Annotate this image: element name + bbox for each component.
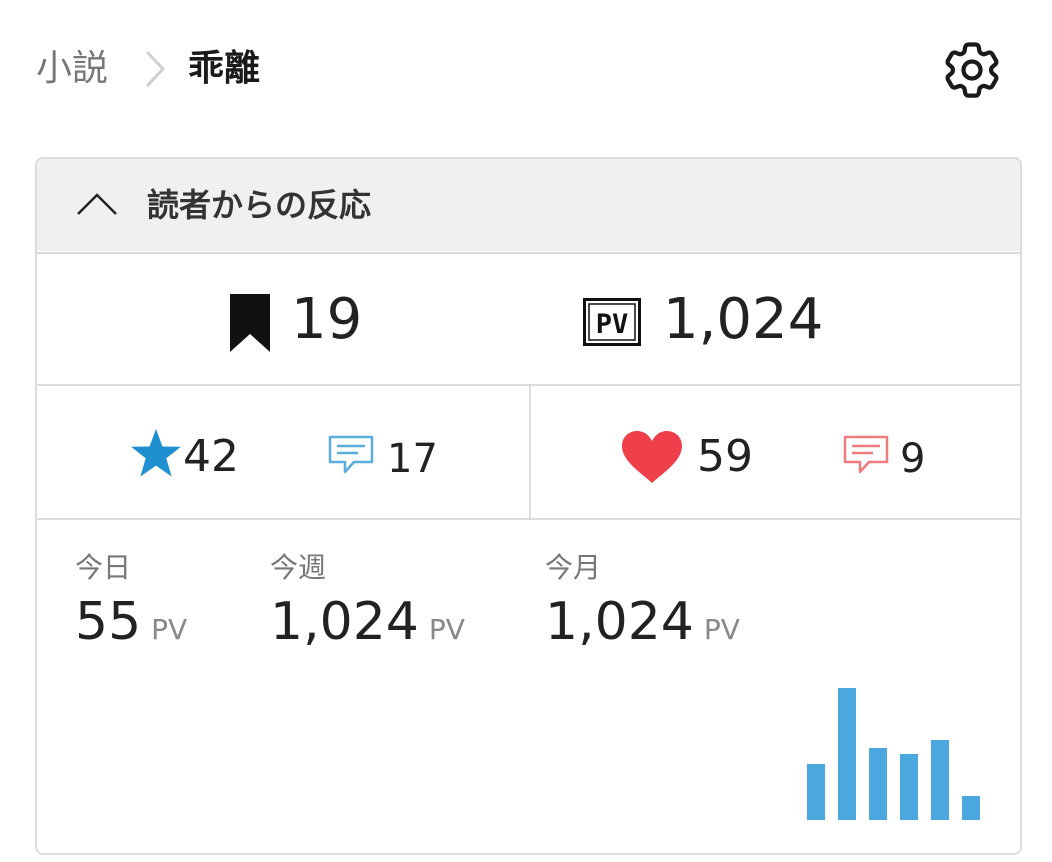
- breadcrumb-parent[interactable]: 小説: [36, 44, 108, 94]
- page-view-stats: 今日 55 PV 今週 1,024 PV 今月 1,024 PV: [37, 518, 1020, 853]
- chart-bar: [900, 754, 918, 820]
- pv-icon: PV: [583, 298, 641, 346]
- reactions-row: 42 17 59 9: [37, 384, 1020, 520]
- stat-value: 1,024: [270, 592, 419, 652]
- page-view-bar-chart: [807, 688, 980, 820]
- chevron-right-icon: [145, 50, 166, 88]
- star-icon[interactable]: [130, 428, 182, 478]
- stat-unit: PV: [703, 613, 740, 646]
- comment-icon[interactable]: [328, 435, 374, 475]
- chart-bar: [807, 764, 825, 820]
- heart-icon[interactable]: [621, 430, 683, 484]
- stat-unit: PV: [428, 613, 465, 646]
- stat-today: 今日 55 PV: [75, 550, 187, 652]
- summary-row: 19 PV 1,024: [37, 252, 1020, 386]
- heart-count: 59: [697, 431, 753, 482]
- page-view-total: 1,024: [663, 287, 824, 352]
- stat-unit: PV: [151, 613, 188, 646]
- chart-bar: [869, 748, 887, 820]
- gear-icon[interactable]: [938, 36, 1006, 104]
- comment-icon[interactable]: [843, 435, 889, 475]
- breadcrumb-current: 乖離: [188, 48, 261, 89]
- panel-title: 読者からの反応: [147, 186, 372, 224]
- stat-month: 今月 1,024 PV: [545, 550, 740, 652]
- reader-reactions-panel: 読者からの反応 19 PV 1,024 42 17 59 9 今日 55 PV …: [35, 157, 1022, 855]
- panel-header[interactable]: 読者からの反応: [37, 159, 1020, 251]
- stat-week: 今週 1,024 PV: [270, 550, 465, 652]
- star-comment-count: 17: [387, 436, 438, 482]
- chevron-up-icon[interactable]: [75, 191, 119, 217]
- stat-value: 55: [75, 592, 142, 652]
- bookmark-icon: [230, 294, 270, 352]
- stat-value: 1,024: [545, 592, 694, 652]
- stat-label: 今月: [545, 551, 602, 584]
- star-count: 42: [183, 431, 239, 482]
- top-bar: 小説 乖離: [0, 0, 1052, 140]
- bookmark-count: 19: [291, 287, 363, 352]
- svg-text:PV: PV: [596, 309, 629, 340]
- reactions-divider: [529, 386, 531, 520]
- heart-comment-count: 9: [900, 436, 926, 482]
- chart-bar: [838, 688, 856, 820]
- stat-label: 今週: [270, 551, 327, 584]
- stat-label: 今日: [75, 551, 132, 584]
- chart-bar: [962, 796, 980, 820]
- chart-bar: [931, 740, 949, 820]
